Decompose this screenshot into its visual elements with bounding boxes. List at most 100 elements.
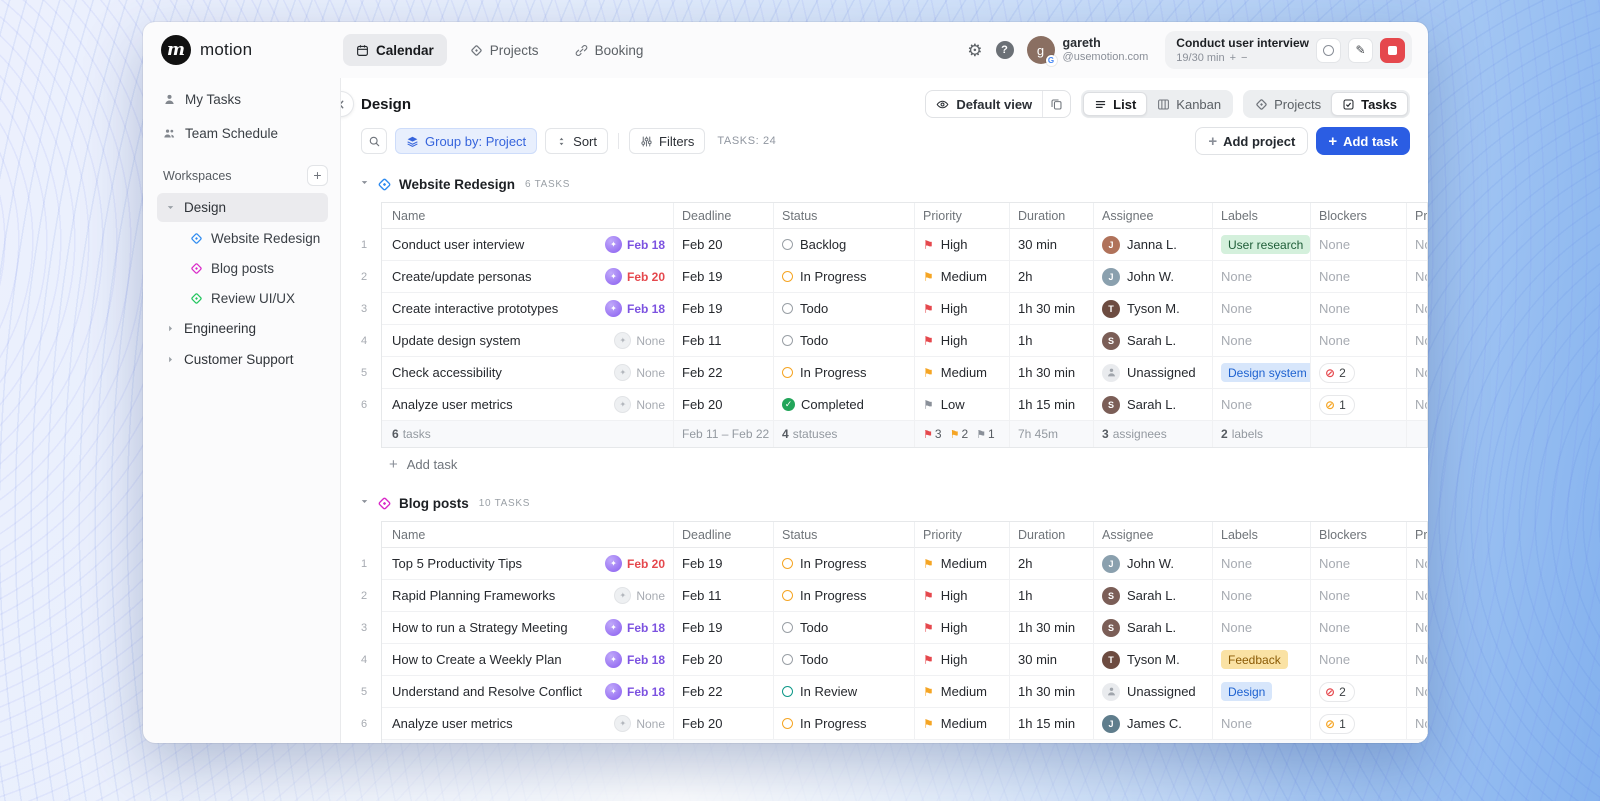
tab-projects[interactable]: Projects xyxy=(457,34,552,66)
project-website-redesign[interactable]: Website Redesign xyxy=(157,224,328,253)
priority-cell[interactable]: ⚑High xyxy=(915,293,1010,325)
user-account[interactable]: g G gareth @usemotion.com xyxy=(1027,36,1149,65)
project-cell[interactable]: No xyxy=(1407,708,1428,740)
blockers-cell[interactable]: None xyxy=(1311,261,1407,293)
task-name-cell[interactable]: Update design system✦None xyxy=(382,325,674,357)
edit-timer-button[interactable]: ✎ xyxy=(1348,38,1373,63)
deadline-cell[interactable]: Feb 20 xyxy=(674,389,774,421)
table-row[interactable]: How to Create a Weekly Plan✦Feb 18Feb 20… xyxy=(382,644,1427,676)
blockers-cell[interactable]: None xyxy=(1311,325,1407,357)
project-cell[interactable]: No xyxy=(1407,612,1428,644)
task-name-cell[interactable]: Create/update personas✦Feb 20 xyxy=(382,261,674,293)
table-row[interactable]: Understand and Resolve Conflict✦Feb 18Fe… xyxy=(382,676,1427,708)
table-row[interactable]: Conduct user interview✦Feb 18Feb 20Backl… xyxy=(382,229,1427,261)
task-name-cell[interactable]: Analyze user metrics✦None xyxy=(382,708,674,740)
add-task-button[interactable]: + Add task xyxy=(1316,127,1410,155)
deadline-cell[interactable]: Feb 22 xyxy=(674,676,774,708)
column-header-name[interactable]: Name xyxy=(382,522,674,548)
column-header-blockers[interactable]: Blockers xyxy=(1311,203,1407,229)
ai-schedule-chip[interactable]: ✦Feb 20 xyxy=(597,555,665,572)
assignee-cell[interactable]: SSarah L. xyxy=(1094,580,1213,612)
duration-cell[interactable]: 30 min xyxy=(1010,229,1094,261)
sort-button[interactable]: Sort xyxy=(545,128,608,154)
status-cell[interactable]: In Progress xyxy=(774,708,915,740)
project-cell[interactable]: No xyxy=(1407,676,1428,708)
duration-cell[interactable]: 2h xyxy=(1010,548,1094,580)
status-cell[interactable]: Todo xyxy=(774,644,915,676)
duration-cell[interactable]: 1h 30 min xyxy=(1010,676,1094,708)
blockers-cell[interactable]: None xyxy=(1311,612,1407,644)
table-row[interactable]: Rapid Planning Frameworks✦NoneFeb 11In P… xyxy=(382,580,1427,612)
ai-schedule-chip[interactable]: ✦None xyxy=(606,364,665,381)
deadline-cell[interactable]: Feb 22 xyxy=(674,357,774,389)
deadline-cell[interactable]: Feb 11 xyxy=(674,325,774,357)
assignee-cell[interactable]: TTyson M. xyxy=(1094,644,1213,676)
view-kanban[interactable]: Kanban xyxy=(1147,92,1231,116)
duration-cell[interactable]: 1h xyxy=(1010,325,1094,357)
deadline-cell[interactable]: Feb 20 xyxy=(674,229,774,261)
blocker-pill[interactable]: ⊘1 xyxy=(1319,714,1355,734)
tab-booking[interactable]: Booking xyxy=(562,34,657,66)
project-cell[interactable]: No xyxy=(1407,229,1428,261)
labels-cell[interactable]: None xyxy=(1213,708,1311,740)
assignee-cell[interactable]: JJohn W. xyxy=(1094,261,1213,293)
labels-cell[interactable]: None xyxy=(1213,389,1311,421)
priority-cell[interactable]: ⚑High xyxy=(915,580,1010,612)
column-header-duration[interactable]: Duration xyxy=(1010,522,1094,548)
assignee-cell[interactable]: JJohn W. xyxy=(1094,548,1213,580)
deadline-cell[interactable]: Feb 19 xyxy=(674,612,774,644)
deadline-cell[interactable]: Feb 20 xyxy=(674,708,774,740)
column-header-priority[interactable]: Priority xyxy=(915,522,1010,548)
priority-cell[interactable]: ⚑Medium xyxy=(915,261,1010,293)
status-cell[interactable]: In Progress xyxy=(774,357,915,389)
deadline-cell[interactable]: Feb 19 xyxy=(674,548,774,580)
workspace-design[interactable]: Design xyxy=(157,193,328,222)
blockers-cell[interactable]: ⊘2 xyxy=(1311,676,1407,708)
duplicate-view-button[interactable] xyxy=(1042,90,1070,118)
priority-cell[interactable]: ⚑High xyxy=(915,612,1010,644)
duration-cell[interactable]: 30 min xyxy=(1010,644,1094,676)
table-row[interactable]: How to run a Strategy Meeting✦Feb 18Feb … xyxy=(382,612,1427,644)
status-cell[interactable]: Todo xyxy=(774,293,915,325)
blockers-cell[interactable]: ⊘1 xyxy=(1311,389,1407,421)
assignee-cell[interactable]: SSarah L. xyxy=(1094,612,1213,644)
column-header-duration[interactable]: Duration xyxy=(1010,203,1094,229)
task-name-cell[interactable]: Understand and Resolve Conflict✦Feb 18 xyxy=(382,676,674,708)
status-cell[interactable]: In Progress xyxy=(774,580,915,612)
table-row[interactable]: Analyze user metrics✦NoneFeb 20✓Complete… xyxy=(382,389,1427,421)
assignee-cell[interactable]: Unassigned xyxy=(1094,357,1213,389)
ai-schedule-chip[interactable]: ✦Feb 18 xyxy=(597,683,665,700)
project-review-ui-ux[interactable]: Review UI/UX xyxy=(157,284,328,313)
duration-cell[interactable]: 1h 30 min xyxy=(1010,293,1094,325)
collapse-section-button[interactable] xyxy=(359,494,370,512)
workspace-engineering[interactable]: Engineering xyxy=(157,314,328,343)
blockers-cell[interactable]: ⊘1 xyxy=(1311,708,1407,740)
brand[interactable]: m motion xyxy=(161,35,343,65)
blockers-cell[interactable]: None xyxy=(1311,644,1407,676)
ai-schedule-chip[interactable]: ✦None xyxy=(606,587,665,604)
task-name-cell[interactable]: Rapid Planning Frameworks✦None xyxy=(382,580,674,612)
task-name-cell[interactable]: How to Create a Weekly Plan✦Feb 18 xyxy=(382,644,674,676)
assignee-cell[interactable]: JJanna L. xyxy=(1094,229,1213,261)
sidebar-item-team-schedule[interactable]: Team Schedule xyxy=(157,118,328,148)
duration-cell[interactable]: 2h xyxy=(1010,261,1094,293)
sidebar-item-my-tasks[interactable]: My Tasks xyxy=(157,84,328,114)
column-header-pr[interactable]: Pr xyxy=(1407,203,1428,229)
priority-cell[interactable]: ⚑Medium xyxy=(915,548,1010,580)
stop-timer-button[interactable] xyxy=(1380,38,1405,63)
deadline-cell[interactable]: Feb 20 xyxy=(674,644,774,676)
table-row[interactable]: Top 5 Productivity Tips✦Feb 20Feb 19In P… xyxy=(382,548,1427,580)
add-project-button[interactable]: + Add project xyxy=(1195,127,1308,155)
task-name-cell[interactable]: Analyze user metrics✦None xyxy=(382,389,674,421)
search-button[interactable] xyxy=(361,128,387,154)
status-cell[interactable]: Backlog xyxy=(774,229,915,261)
status-cell[interactable]: Todo xyxy=(774,612,915,644)
scope-tasks[interactable]: Tasks xyxy=(1331,92,1408,116)
table-row[interactable]: Create/update personas✦Feb 20Feb 19In Pr… xyxy=(382,261,1427,293)
duration-cell[interactable]: 1h 30 min xyxy=(1010,357,1094,389)
blockers-cell[interactable]: None xyxy=(1311,293,1407,325)
assignee-cell[interactable]: Unassigned xyxy=(1094,676,1213,708)
workspace-customer-support[interactable]: Customer Support xyxy=(157,345,328,374)
ai-schedule-chip[interactable]: ✦None xyxy=(606,715,665,732)
scope-projects[interactable]: Projects xyxy=(1245,92,1331,116)
